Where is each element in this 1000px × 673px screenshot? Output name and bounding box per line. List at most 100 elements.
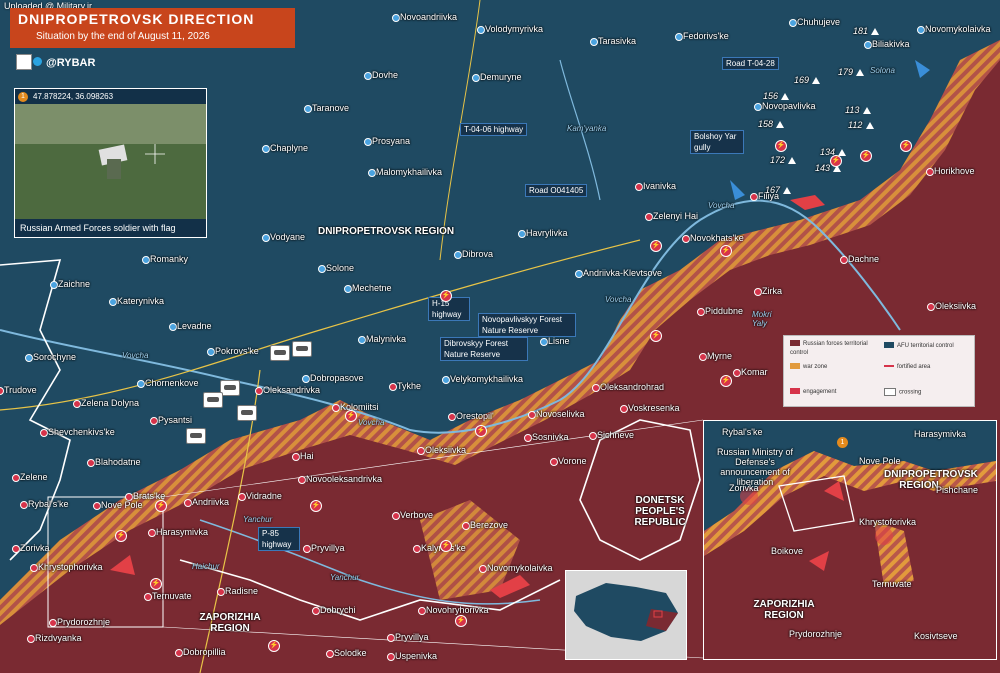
river-label-solona: Solona (870, 66, 895, 75)
settlement-label: Blahodatne (95, 457, 141, 467)
settlement-marker (592, 384, 600, 392)
settlement-marker (302, 375, 310, 383)
settlement-marker (255, 387, 263, 395)
settlement-label: Chornenkove (145, 378, 199, 388)
engagement-icon: ⚡ (720, 245, 732, 257)
settlement-label: Rybal's'ke (28, 499, 69, 509)
settlement-marker (387, 634, 395, 642)
settlement-marker (733, 369, 741, 377)
settlement-marker (207, 348, 215, 356)
settlement-label: Pokrovs'ke (215, 346, 259, 356)
settlement-marker (448, 413, 456, 421)
settlement-marker (12, 545, 20, 553)
settlement-marker (477, 26, 485, 34)
engagement-icon: ⚡ (900, 140, 912, 152)
legend: Russian forces territorial control AFU t… (783, 335, 975, 407)
settlement-marker (364, 72, 372, 80)
settlement-label: Radisne (225, 586, 259, 596)
settlement-label: Rizdvyanka (35, 633, 82, 643)
settlement-marker (20, 501, 28, 509)
settlement-marker (682, 235, 690, 243)
engagement-icon: ⚡ (155, 500, 167, 512)
settlement-label: Kolomiitsi (340, 402, 379, 412)
settlement-marker (645, 213, 653, 221)
settlement-label: Velykomykhailivka (450, 374, 524, 384)
settlement-label: Oleksiivka (935, 301, 977, 311)
crossing-icon (292, 341, 312, 357)
inset-place: Pishchane (936, 485, 979, 495)
settlement-marker (575, 270, 583, 278)
settlement-marker (589, 432, 597, 440)
height-marker-icon (863, 107, 871, 114)
settlement-marker (184, 499, 192, 507)
legend-afu: AFU territorial control (884, 342, 954, 351)
inset-photo-number: 1 (837, 437, 848, 448)
settlement-marker (540, 338, 548, 346)
settlement-label: Pryvillya (395, 632, 429, 642)
height-marker-icon (871, 28, 879, 35)
settlement-marker (175, 649, 183, 657)
settlement-marker (789, 19, 797, 27)
height-label: 169 (794, 75, 810, 85)
settlement-label: Voskresenka (628, 403, 680, 413)
settlement-marker (528, 411, 536, 419)
settlement-label: Katerynivka (117, 296, 165, 306)
settlement-marker (620, 405, 628, 413)
settlement-label: Pryvillya (311, 543, 345, 553)
engagement-icon: ⚡ (720, 375, 732, 387)
settlement-marker (413, 545, 421, 553)
engagement-icon: ⚡ (345, 410, 357, 422)
settlement-marker (93, 502, 101, 510)
height-marker-icon (856, 69, 864, 76)
settlement-marker (262, 234, 270, 242)
settlement-marker (144, 593, 152, 601)
header-title: DNIPROPETROVSK DIRECTION (18, 11, 255, 27)
map-view[interactable]: Uploaded @ Military.ir DNIPROPETROVSK DI… (0, 0, 1000, 673)
inset-place: Zorivka (729, 483, 759, 493)
settlement-marker (917, 26, 925, 34)
inset-place: Boikove (771, 546, 804, 556)
river-label-vovcha: Vovcha (358, 418, 385, 427)
settlement-marker (472, 74, 480, 82)
inset-announcement: Russian Ministry of Defense's announceme… (716, 447, 794, 487)
crossing-icon (203, 392, 223, 408)
settlement-marker (750, 193, 758, 201)
engagement-icon: ⚡ (650, 330, 662, 342)
header-panel: DNIPROPETROVSK DIRECTION Situation by th… (10, 8, 295, 48)
legend-crossing: crossing (884, 388, 921, 398)
road-label-p85: P-85 highway (258, 527, 300, 551)
settlement-label: Myrne (707, 351, 733, 361)
settlement-marker (73, 400, 81, 408)
settlement-marker (30, 564, 38, 572)
river-label-haichur: Haichur (192, 562, 220, 571)
settlement-marker (148, 529, 156, 537)
inset-place: Khrystoforivka (859, 517, 917, 527)
settlement-label: Novomykolaivka (925, 24, 991, 34)
height-label: 172 (770, 155, 786, 165)
settlement-label: Ternuvate (152, 591, 192, 601)
zoom-inset: Russian Ministry of Defense's announceme… (703, 420, 997, 660)
settlement-marker (417, 447, 425, 455)
engagement-icon: ⚡ (775, 140, 787, 152)
settlement-label: Malomykhailivka (376, 167, 443, 177)
settlement-marker (150, 417, 158, 425)
settlement-label: Oleksandrohrad (600, 382, 665, 392)
settlement-label: Biliakivka (872, 39, 910, 49)
inset-region-zaporizhia: ZAPORIZHIA REGION (753, 599, 815, 621)
settlement-marker (332, 404, 340, 412)
engagement-icon: ⚡ (440, 290, 452, 302)
settlement-label: Novokhats'ke (690, 233, 744, 243)
crossing-icon (220, 380, 240, 396)
settlement-marker (49, 619, 57, 627)
settlement-marker (326, 650, 334, 658)
settlement-label: Novoandriivka (400, 12, 458, 22)
settlement-label: Malynivka (366, 334, 407, 344)
settlement-label: Hai (300, 451, 314, 461)
settlement-marker (358, 336, 366, 344)
settlement-label: Oleksiivka (425, 445, 467, 455)
engagement-icon: ⚡ (310, 500, 322, 512)
settlement-marker (262, 145, 270, 153)
inset-place: Prydorozhnje (789, 629, 843, 639)
photo-inset: 47.878224, 36.098263 1 Russian Armed For… (14, 88, 207, 238)
settlement-label: Zaichne (58, 279, 91, 289)
